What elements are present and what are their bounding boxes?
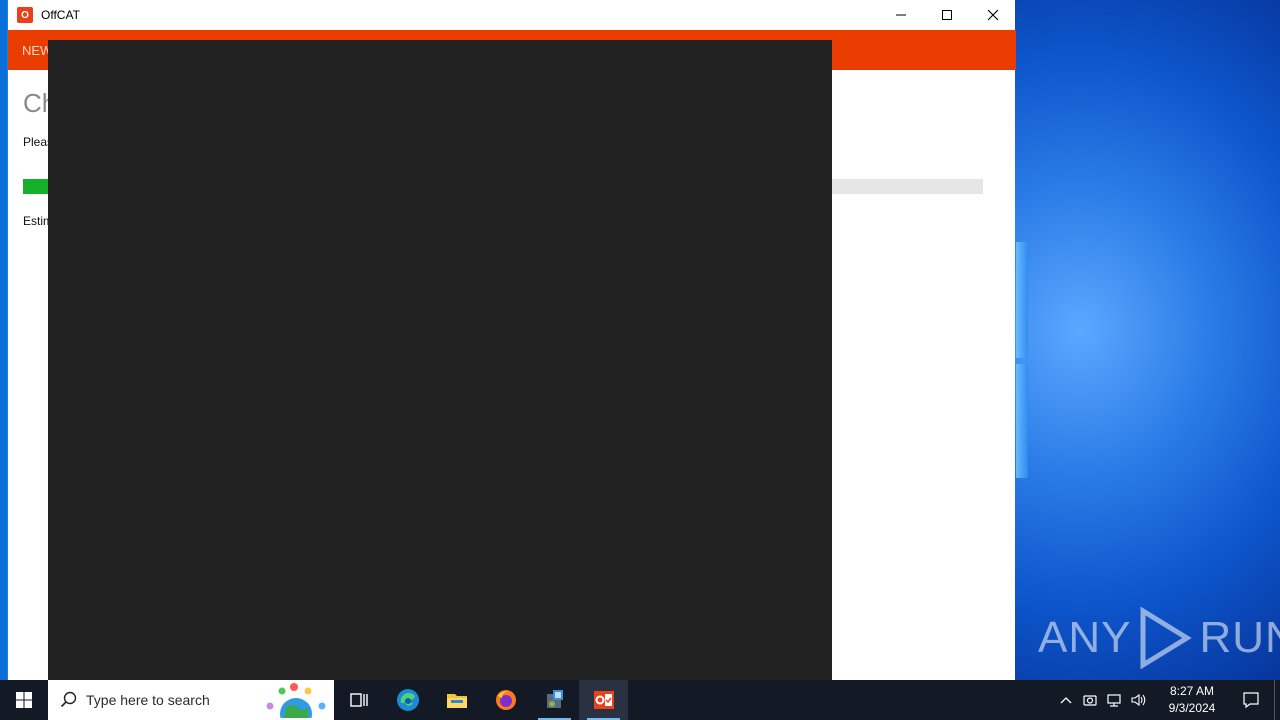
tray-network-button[interactable] (1102, 680, 1126, 720)
title-bar[interactable]: O OffCAT (8, 0, 1016, 30)
start-button[interactable] (0, 680, 48, 720)
taskbar-installer[interactable] (530, 680, 579, 720)
folder-icon (446, 694, 467, 708)
window-shadow-edge (0, 0, 7, 680)
show-hidden-icons-button[interactable] (1054, 680, 1078, 720)
taskbar: 8:27 AM 9/3/2024 (0, 680, 1280, 720)
taskbar-file-explorer[interactable] (432, 680, 481, 720)
edge-browser-icon (396, 689, 419, 711)
search-input[interactable] (86, 692, 246, 708)
task-view-button[interactable] (334, 680, 383, 720)
firefox-icon (495, 690, 516, 710)
notification-icon (1243, 692, 1259, 709)
offcat-icon (593, 691, 614, 709)
close-icon (987, 9, 999, 21)
action-center-button[interactable] (1228, 680, 1274, 720)
maximize-icon (942, 10, 952, 20)
search-icon (60, 691, 77, 708)
minimize-icon (896, 14, 906, 16)
search-highlight-globe-icon (266, 683, 326, 718)
anyrun-watermark: ANY RUN (1038, 606, 1280, 670)
system-tray: 8:27 AM 9/3/2024 (1054, 680, 1280, 720)
minimize-button[interactable] (878, 0, 924, 30)
taskbar-clock[interactable]: 8:27 AM 9/3/2024 (1156, 683, 1228, 717)
taskbar-edge[interactable] (383, 680, 432, 720)
windows-start-icon (16, 692, 32, 708)
show-desktop-button[interactable] (1274, 680, 1280, 720)
tray-meet-button[interactable] (1078, 680, 1102, 720)
offcat-app-icon: O (17, 7, 33, 23)
windows-logo-pane (1016, 242, 1028, 358)
play-logo-icon (1140, 607, 1193, 669)
task-view-icon (349, 693, 368, 707)
blank-dark-window[interactable] (48, 40, 832, 680)
tray-volume-button[interactable] (1126, 680, 1150, 720)
taskbar-offcat[interactable] (579, 680, 628, 720)
installer-icon (546, 690, 563, 708)
network-icon (1107, 694, 1121, 707)
maximize-button[interactable] (924, 0, 970, 30)
close-button[interactable] (970, 0, 1016, 30)
watermark-text-right: RUN (1199, 613, 1280, 662)
windows-logo-pane (1016, 364, 1028, 478)
taskbar-search[interactable] (48, 680, 334, 720)
camera-icon (1083, 695, 1097, 706)
clock-time: 8:27 AM (1169, 684, 1215, 698)
window-title: OffCAT (41, 8, 80, 22)
chevron-up-icon (1060, 697, 1072, 704)
clock-date: 9/3/2024 (1168, 701, 1216, 715)
watermark-text-left: ANY (1038, 613, 1132, 662)
taskbar-firefox[interactable] (481, 680, 530, 720)
speaker-icon (1131, 693, 1146, 707)
